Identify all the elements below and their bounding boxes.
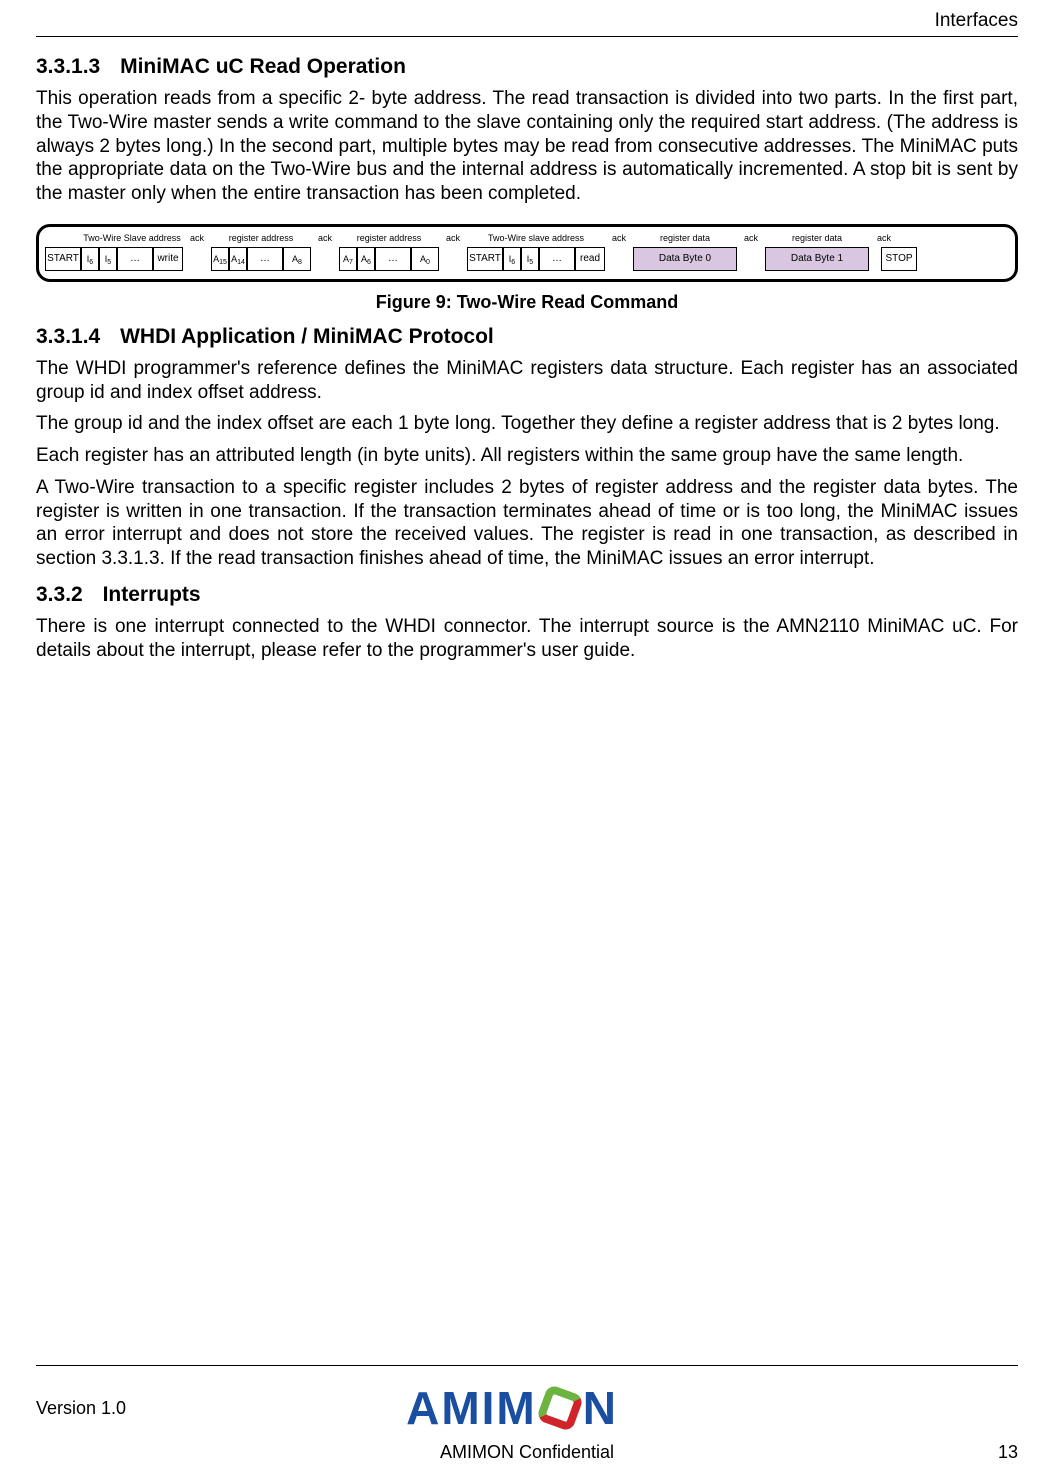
cell-a0: A0	[411, 247, 439, 271]
paragraph: This operation reads from a specific 2- …	[36, 87, 1018, 206]
page-number: 13	[998, 1442, 1018, 1463]
label-reg-addr: register address	[211, 233, 311, 243]
heading-3-3-1-3: 3.3.1.3 MiniMAC uC Read Operation	[36, 55, 1018, 79]
cell-data-byte-0: Data Byte 0	[633, 247, 737, 271]
paragraph: A Two-Wire transaction to a specific reg…	[36, 476, 1018, 571]
cell-dots: …	[117, 247, 153, 271]
heading-number: 3.3.1.4	[36, 325, 100, 348]
label-reg-data: register data	[765, 233, 869, 243]
cell-start: START	[45, 247, 81, 271]
cell-dots: …	[247, 247, 283, 271]
label-slave-addr-w: Two-Wire Slave address	[81, 233, 183, 243]
label-ack: ack	[311, 233, 339, 243]
cell-a15: A15	[211, 247, 229, 271]
cell-i5: I5	[99, 247, 117, 271]
label-ack: ack	[605, 233, 633, 243]
heading-3-3-1-4: 3.3.1.4 WHDI Application / MiniMAC Proto…	[36, 325, 1018, 349]
amimon-logo: AMIM N	[406, 1381, 618, 1435]
label-ack: ack	[183, 233, 211, 243]
footer-rule	[36, 1365, 1018, 1366]
version-label: Version 1.0	[36, 1398, 126, 1419]
cell-i5b: I5	[521, 247, 539, 271]
figure-two-wire-read: Two-Wire Slave address ack register addr…	[36, 224, 1018, 282]
logo-mark-icon	[535, 1384, 584, 1433]
cell-a8: A8	[283, 247, 311, 271]
label-reg-data: register data	[633, 233, 737, 243]
figure-label-row: Two-Wire Slave address ack register addr…	[45, 233, 1009, 243]
cell-a6: A6	[357, 247, 375, 271]
cell-data-byte-1: Data Byte 1	[765, 247, 869, 271]
cell-write: write	[153, 247, 183, 271]
figure-cell-row: START I6 I5 … write A15 A14 … A8 A7 A6 ……	[45, 247, 1009, 271]
logo-text-left: AMIM	[406, 1381, 537, 1435]
confidential-label: AMIMON Confidential	[440, 1442, 614, 1462]
label-slave-addr-r: Two-Wire slave address	[467, 233, 605, 243]
label-reg-addr: register address	[339, 233, 439, 243]
heading-title: Interrupts	[103, 583, 201, 606]
paragraph: The WHDI programmer's reference defines …	[36, 357, 1018, 405]
heading-title: WHDI Application / MiniMAC Protocol	[120, 325, 494, 348]
header-rule	[36, 36, 1018, 37]
label-ack: ack	[439, 233, 467, 243]
cell-i6: I6	[81, 247, 99, 271]
figure-caption: Figure 9: Two-Wire Read Command	[36, 292, 1018, 313]
heading-number: 3.3.1.3	[36, 55, 100, 78]
cell-read: read	[575, 247, 605, 271]
cell-dots: …	[375, 247, 411, 271]
cell-i6b: I6	[503, 247, 521, 271]
cell-stop: STOP	[881, 247, 917, 271]
heading-title: MiniMAC uC Read Operation	[120, 55, 406, 78]
logo-text-right: N	[583, 1381, 618, 1435]
header-section-label: Interfaces	[36, 0, 1018, 32]
cell-dots: …	[539, 247, 575, 271]
paragraph: There is one interrupt connected to the …	[36, 615, 1018, 663]
label-ack: ack	[869, 233, 899, 243]
paragraph: The group id and the index offset are ea…	[36, 412, 1018, 436]
cell-start2: START	[467, 247, 503, 271]
label-ack: ack	[737, 233, 765, 243]
cell-a7: A7	[339, 247, 357, 271]
cell-a14: A14	[229, 247, 247, 271]
page-footer: Version 1.0 AMIM N AMIMON Confidential 1…	[36, 1365, 1018, 1463]
paragraph: Each register has an attributed length (…	[36, 444, 1018, 468]
heading-3-3-2: 3.3.2 Interrupts	[36, 583, 1018, 607]
heading-number: 3.3.2	[36, 583, 83, 606]
